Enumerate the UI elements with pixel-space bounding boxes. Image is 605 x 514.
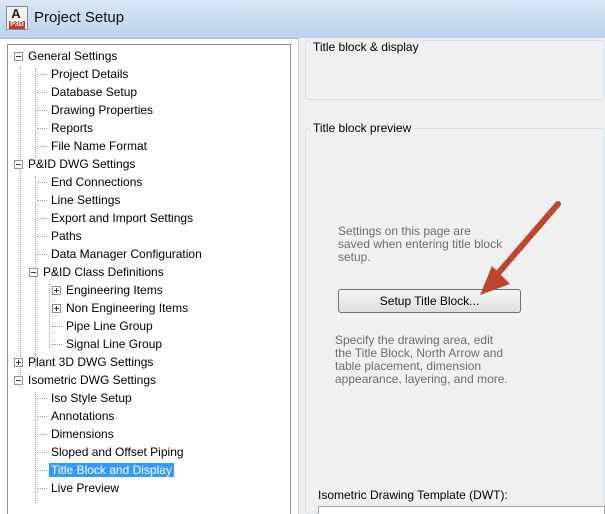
template-input[interactable] (318, 506, 605, 514)
tree-item[interactable]: P&ID Class Definitions (41, 264, 166, 281)
tree-item-label: Line Settings (51, 193, 121, 207)
tree-item[interactable]: Iso Style Setup (49, 390, 134, 407)
tree-item-label: Database Setup (51, 85, 138, 99)
template-label: Isometric Drawing Template (DWT): (318, 488, 508, 502)
tree-item[interactable]: Signal Line Group (64, 336, 164, 353)
tree-connector (37, 92, 47, 93)
tree-line (49, 284, 50, 349)
title-bar: A P3D Project Setup (0, 0, 605, 39)
tree-connector (37, 236, 47, 237)
collapse-icon[interactable] (14, 52, 23, 61)
tree-item[interactable]: Export and Import Settings (49, 210, 195, 227)
tree-line (20, 67, 21, 387)
tree-item-label: Pipe Line Group (66, 319, 153, 333)
tree-item[interactable]: Sloped and Offset Piping (49, 444, 186, 461)
tree-item-label: Isometric DWG Settings (28, 373, 157, 387)
tree-connector (37, 488, 47, 489)
red-arrow-icon (480, 201, 561, 295)
tree-item-label: Sloped and Offset Piping (51, 445, 184, 459)
window-title: Project Setup (34, 9, 125, 26)
tree-item-label: Signal Line Group (66, 337, 163, 351)
description-text: Specify the drawing area, edit the Title… (335, 334, 508, 386)
app-icon: A P3D (6, 6, 28, 30)
tree-connector (37, 110, 47, 111)
tree-item-label: Iso Style Setup (51, 391, 132, 405)
tree-connector (37, 470, 47, 471)
tree-connector (37, 452, 47, 453)
tree-item-label: Drawing Properties (51, 103, 154, 117)
collapse-icon[interactable] (14, 376, 23, 385)
tree-item[interactable]: Data Manager Configuration (49, 246, 204, 263)
tree-item[interactable]: File Name Format (49, 138, 149, 155)
settings-tree[interactable]: General Settings Project Details Database … (7, 44, 291, 514)
tree-connector (37, 146, 47, 147)
tree-item[interactable]: Non Engineering Items (64, 300, 190, 317)
collapse-icon[interactable] (29, 268, 38, 277)
tree-item[interactable]: Annotations (49, 408, 116, 425)
tree-connector (37, 218, 47, 219)
tree-item-label: Dimensions (51, 427, 114, 441)
description-line: appearance, layering, and more. (335, 372, 508, 386)
tree-connector (52, 344, 62, 345)
tree-connector (37, 434, 47, 435)
expand-icon[interactable] (52, 304, 61, 313)
tree-item-label: Reports (51, 121, 94, 135)
tree-item-label: File Name Format (51, 139, 148, 153)
tree-item[interactable]: Engineering Items (64, 282, 165, 299)
tree-item-label: Project Details (51, 67, 129, 81)
tree-connector (37, 416, 47, 417)
expand-icon[interactable] (52, 286, 61, 295)
tree-item[interactable]: Pipe Line Group (64, 318, 155, 335)
tree-item[interactable]: Database Setup (49, 84, 139, 101)
tree-connector (52, 326, 62, 327)
tree-item[interactable]: Isometric DWG Settings (26, 372, 158, 389)
app-icon-letter: A (11, 6, 21, 21)
tree-item-label: General Settings (28, 49, 118, 63)
preview-title: Title block preview (310, 121, 415, 135)
tree-item[interactable]: Line Settings (49, 192, 122, 209)
tree-item-label: End Connections (51, 175, 143, 189)
tree-connector (37, 200, 47, 201)
tree-item-label: Annotations (51, 409, 115, 423)
tree-item[interactable]: Project Details (49, 66, 130, 83)
expand-icon[interactable] (14, 358, 23, 367)
tree-connector (37, 74, 47, 75)
tree-item[interactable]: General Settings (26, 48, 119, 65)
tree-item-label: Engineering Items (66, 283, 163, 297)
title-block-preview-group (305, 128, 605, 514)
tree-connector (37, 128, 47, 129)
collapse-icon[interactable] (14, 160, 23, 169)
group-title: Title block & display (310, 40, 422, 54)
tree-connector (37, 398, 47, 399)
tree-item-label: Plant 3D DWG Settings (28, 355, 154, 369)
tree-item[interactable]: Plant 3D DWG Settings (26, 354, 155, 371)
tree-item-label: Live Preview (51, 481, 120, 495)
app-icon-badge: P3D (9, 21, 25, 29)
tree-connector (37, 254, 47, 255)
tree-item-label: Non Engineering Items (66, 301, 189, 315)
tree-item[interactable]: Reports (49, 120, 95, 137)
tree-item[interactable]: Drawing Properties (49, 102, 155, 119)
tree-item-label: Export and Import Settings (51, 211, 194, 225)
tree-item[interactable]: P&ID DWG Settings (26, 156, 137, 173)
tree-connector (37, 182, 47, 183)
tree-line (35, 68, 36, 160)
tree-item[interactable]: End Connections (49, 174, 144, 191)
tree-item[interactable]: Paths (49, 228, 84, 245)
tree-item-label: Paths (51, 229, 82, 243)
tree-item[interactable]: Dimensions (49, 426, 116, 443)
tree-item[interactable]: Title Block and Display (49, 462, 174, 479)
tree-line (35, 392, 36, 503)
tree-item-label: P&ID Class Definitions (43, 265, 164, 279)
tree-item-label: Title Block and Display (49, 463, 174, 477)
tree-item-label: P&ID DWG Settings (28, 157, 136, 171)
tree-item[interactable]: Live Preview (49, 480, 121, 497)
tree-item-label: Data Manager Configuration (51, 247, 202, 261)
